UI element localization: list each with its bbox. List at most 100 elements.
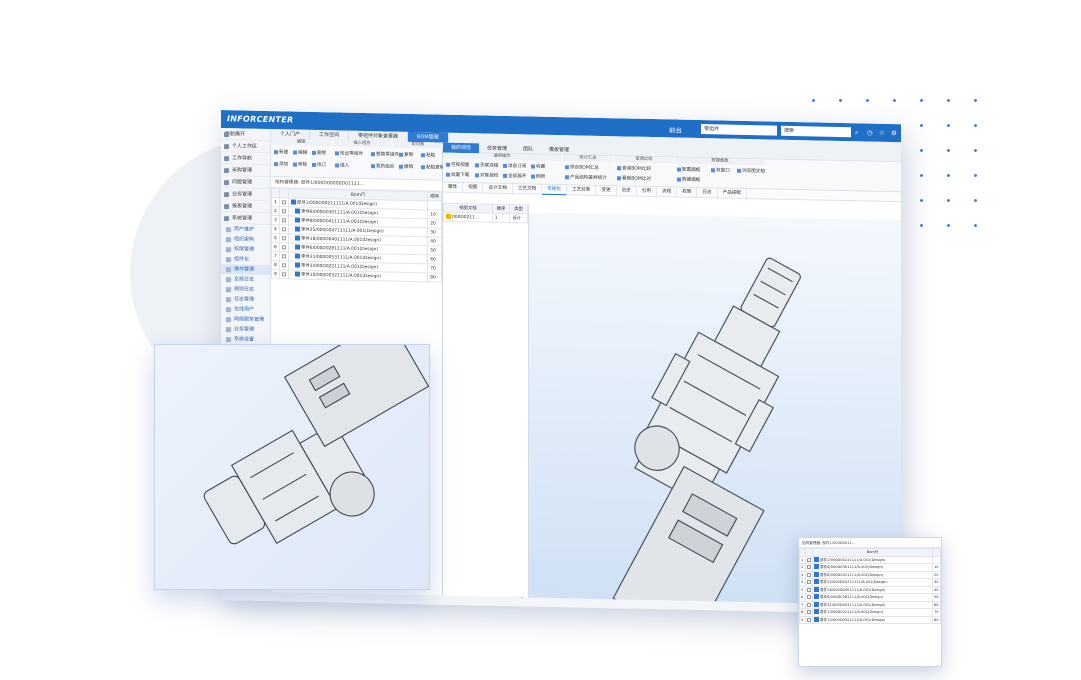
part-icon — [814, 594, 819, 600]
row-checkbox[interactable] — [807, 610, 811, 615]
row-checkbox[interactable] — [807, 602, 811, 607]
global-search-input[interactable]: 搜索 — [781, 125, 851, 138]
gear-icon[interactable]: ⚙ — [891, 129, 897, 137]
row-checkbox[interactable] — [282, 235, 286, 240]
refresh-button[interactable]: 刷新 — [531, 173, 545, 180]
row-checkbox[interactable] — [282, 262, 286, 267]
tab-permissions[interactable]: 权限 — [677, 187, 698, 198]
part-icon — [295, 217, 300, 223]
ribbon-group-clipboard: 剪切板 — [393, 141, 443, 149]
add-button[interactable]: 添加 — [274, 161, 288, 167]
dual-window-button[interactable]: 双窗口 — [711, 167, 730, 173]
data-panel-button[interactable]: 数据面板 — [677, 177, 700, 183]
tab-process-docs[interactable]: 工艺文档 — [512, 184, 543, 195]
row-checkbox[interactable] — [807, 595, 811, 600]
insert-button[interactable]: 插入 — [335, 162, 349, 168]
part-icon — [814, 616, 819, 622]
subscribe-button[interactable]: 消息订阅 — [503, 163, 526, 169]
browse-docs-button[interactable]: 浏览图文档 — [737, 168, 765, 174]
brand-logo: INFORCENTER — [227, 114, 294, 125]
object-auth-button[interactable]: 对象授权 — [475, 172, 498, 178]
structure-select[interactable]: 部件1/000D00000D01111... — [301, 181, 364, 187]
star-icon[interactable]: ☆ — [879, 129, 885, 137]
table-row[interactable]: 3 零件8/000D0411111/A.001(Design) 20 — [799, 570, 941, 579]
row-checkbox[interactable] — [282, 208, 286, 213]
tab-flow[interactable]: 流程 — [656, 187, 678, 198]
batch-download-button[interactable]: 批量下载 — [446, 172, 469, 178]
frontend-link[interactable]: 前台 — [669, 124, 682, 134]
part-icon — [295, 235, 300, 241]
sidebar-item[interactable]: 报表管理 — [221, 200, 270, 214]
nav-toggle[interactable]: 导航展开 — [221, 128, 270, 142]
related-flow-button[interactable]: 关联流程 — [475, 162, 498, 168]
table-row[interactable]: 5 零件18/000D0401111/A.001(Design) 40 — [799, 585, 941, 594]
list-item[interactable]: 000D0211... 1 设计 — [443, 212, 528, 223]
tab-attributes[interactable]: 属性 — [443, 182, 464, 194]
table-row[interactable]: 4 零件25/000D04711111/A.001(Design) 30 — [799, 578, 941, 587]
tab-references[interactable]: 引用 — [636, 186, 657, 198]
table-row[interactable]: 9 零件10/000D0321111/A.001(Design) 80 — [799, 615, 941, 624]
replace-part-button[interactable]: 替换零组件 — [371, 151, 399, 157]
sidebar-item[interactable]: 业务管理 — [221, 188, 270, 202]
bom-compare-button[interactable]: 查阅BOM比较 — [617, 165, 651, 172]
structure-diff-button[interactable]: 产品结构差异统计 — [565, 174, 607, 181]
table-row[interactable]: 7 零件31/000D0531111/A.001(Design) 60 — [799, 600, 941, 609]
tab-views[interactable]: 视图 — [463, 183, 484, 194]
row-checkbox[interactable] — [807, 580, 811, 585]
tab-history[interactable]: 历史 — [616, 186, 637, 197]
object-search-input[interactable]: 零组件 — [701, 124, 777, 136]
tab-process-objects[interactable]: 工艺对象 — [566, 185, 597, 196]
sidebar-item[interactable]: 工作导航 — [221, 152, 270, 166]
visual-view-button[interactable]: 可视视图 — [446, 162, 469, 168]
new-button[interactable]: 新建 — [274, 149, 288, 155]
delete-button[interactable]: 删除 — [312, 150, 326, 156]
tab-changes[interactable]: 变更 — [596, 185, 617, 197]
sidebar-item[interactable]: 个人工作区 — [221, 140, 270, 154]
row-checkbox[interactable] — [807, 572, 811, 577]
tab-product-match[interactable]: 产品搭配 — [717, 188, 747, 200]
row-checkbox[interactable] — [282, 244, 286, 249]
bom-ribbon: 编辑 插入组合 剪切板 新建 编辑 删除 检出零组件 替换零组件 复制 粘贴 添… — [271, 139, 444, 181]
tab-design-docs[interactable]: 设计文档 — [483, 183, 513, 195]
table-row[interactable]: 2 零件6/000D0301111/A.001(Design) 10 — [799, 563, 941, 572]
table-row[interactable]: 1 部件1/000D00211111/A.001(Design) — [799, 555, 941, 564]
bom-summary-button[interactable]: 综合BOM汇总 — [565, 164, 599, 171]
tab-visualization[interactable]: 可视化 — [542, 184, 567, 196]
row-checkbox[interactable] — [282, 253, 286, 258]
row-checkbox[interactable] — [282, 199, 286, 204]
favorite-button[interactable]: 收藏 — [531, 163, 545, 170]
tab-team[interactable]: 团队 — [515, 144, 541, 155]
sidebar-item[interactable]: 系统管理 — [221, 212, 270, 226]
row-checkbox[interactable] — [282, 271, 286, 276]
row-checkbox[interactable] — [807, 565, 811, 570]
history-icon[interactable]: ◷ — [867, 129, 873, 137]
paste-copy-button[interactable]: 粘贴复制 — [421, 164, 444, 170]
table-row[interactable]: 6 零件6/000D0281111/A.001(Design) 50 — [799, 593, 941, 602]
sidebar-item[interactable]: 问题管理 — [221, 176, 270, 190]
checkout-part-button[interactable]: 检出零组件 — [335, 150, 363, 156]
board-compare-button[interactable]: 看板BOM比对 — [617, 175, 651, 182]
part-icon — [291, 199, 296, 205]
row-checkbox[interactable] — [807, 557, 811, 562]
undo-button[interactable]: 撤销 — [399, 164, 413, 170]
config-panel-button[interactable]: 配置面板 — [677, 167, 700, 173]
row-checkbox[interactable] — [282, 217, 286, 222]
row-checkbox[interactable] — [807, 617, 811, 622]
search-icon[interactable]: ⌕ — [855, 128, 859, 137]
ops-group-general: 通用操作 — [443, 152, 561, 162]
edit-button[interactable]: 编辑 — [293, 150, 307, 156]
copy-button[interactable]: 复制 — [399, 152, 413, 158]
ribbon-group-insert: 插入组合 — [333, 140, 391, 148]
part-icon — [814, 564, 819, 570]
remove-button[interactable]: 移除 — [293, 162, 307, 168]
revise-button[interactable]: 修订 — [312, 162, 326, 168]
row-checkbox[interactable] — [807, 587, 811, 592]
tab-logs[interactable]: 日志 — [697, 187, 718, 199]
expand-all-button[interactable]: 全部展开 — [503, 173, 526, 179]
row-checkbox[interactable] — [282, 226, 286, 231]
sidebar-item[interactable]: 采购管理 — [221, 164, 270, 178]
table-row[interactable]: 8 零件1/000D0221111/A.001(Design) 70 — [799, 608, 941, 617]
paste-button[interactable]: 粘贴 — [421, 152, 435, 158]
my-combo-button[interactable]: 我的组合 — [371, 163, 394, 169]
column-header-seq[interactable]: 顺序 — [427, 191, 442, 202]
